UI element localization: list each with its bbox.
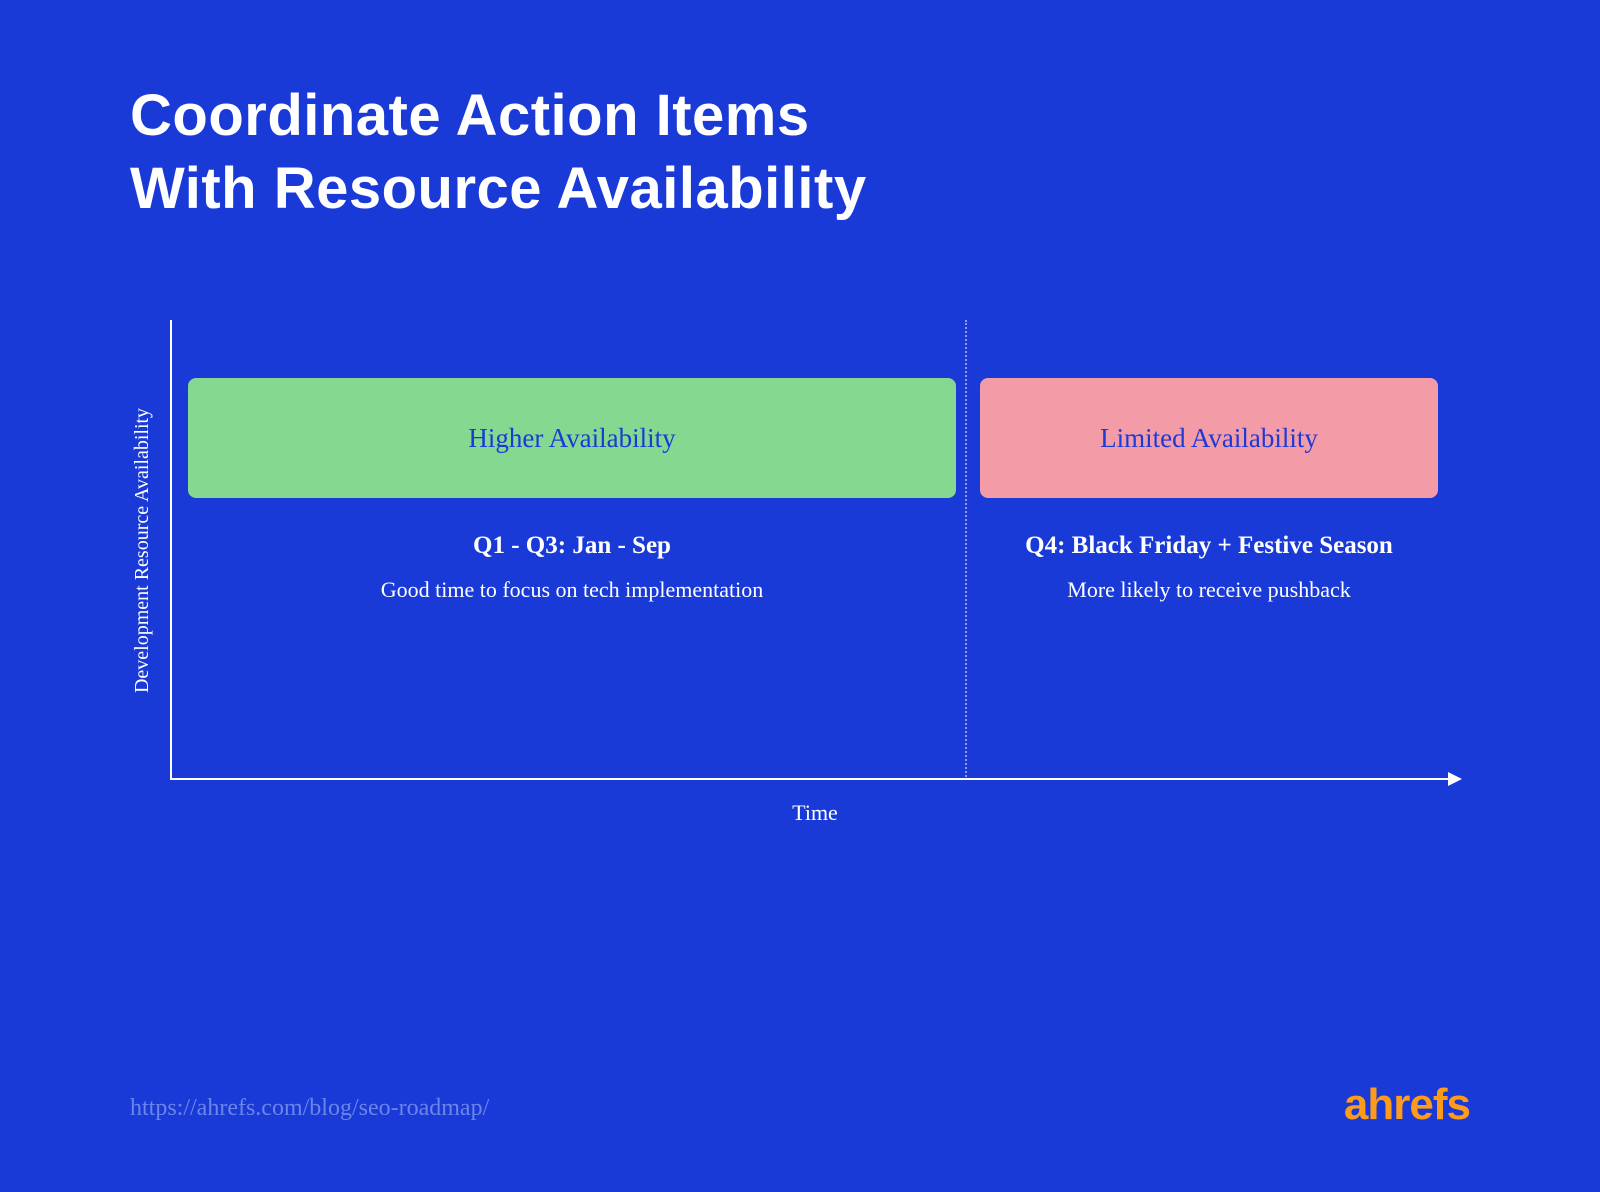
bar-left-label: Higher Availability [468,423,675,454]
bar-limited-availability: Limited Availability [980,378,1438,498]
chart-area: Higher Availability Limited Availability… [170,320,1460,780]
caption-right-sub: More likely to receive pushback [980,575,1438,606]
title-line-2: With Resource Availability [130,153,867,226]
bar-right-label: Limited Availability [1100,423,1318,454]
y-axis-label-container: Development Resource Availability [128,320,158,780]
ahrefs-logo: ahrefs [1344,1080,1470,1130]
footer-url: https://ahrefs.com/blog/seo-roadmap/ [130,1095,489,1122]
y-axis-label: Development Resource Availability [132,407,155,692]
period-divider [965,320,967,780]
x-axis-arrow-icon [1448,772,1462,786]
x-axis-line [170,778,1460,780]
caption-left: Q1 - Q3: Jan - Sep Good time to focus on… [188,530,956,605]
title-line-1: Coordinate Action Items [130,80,867,153]
bar-higher-availability: Higher Availability [188,378,956,498]
caption-right-title: Q4: Black Friday + Festive Season [980,530,1438,563]
caption-left-sub: Good time to focus on tech implementatio… [188,575,956,606]
caption-left-title: Q1 - Q3: Jan - Sep [188,530,956,563]
caption-right: Q4: Black Friday + Festive Season More l… [980,530,1438,605]
page-title: Coordinate Action Items With Resource Av… [130,80,867,225]
y-axis-line [170,320,172,780]
x-axis-label: Time [170,800,1460,826]
